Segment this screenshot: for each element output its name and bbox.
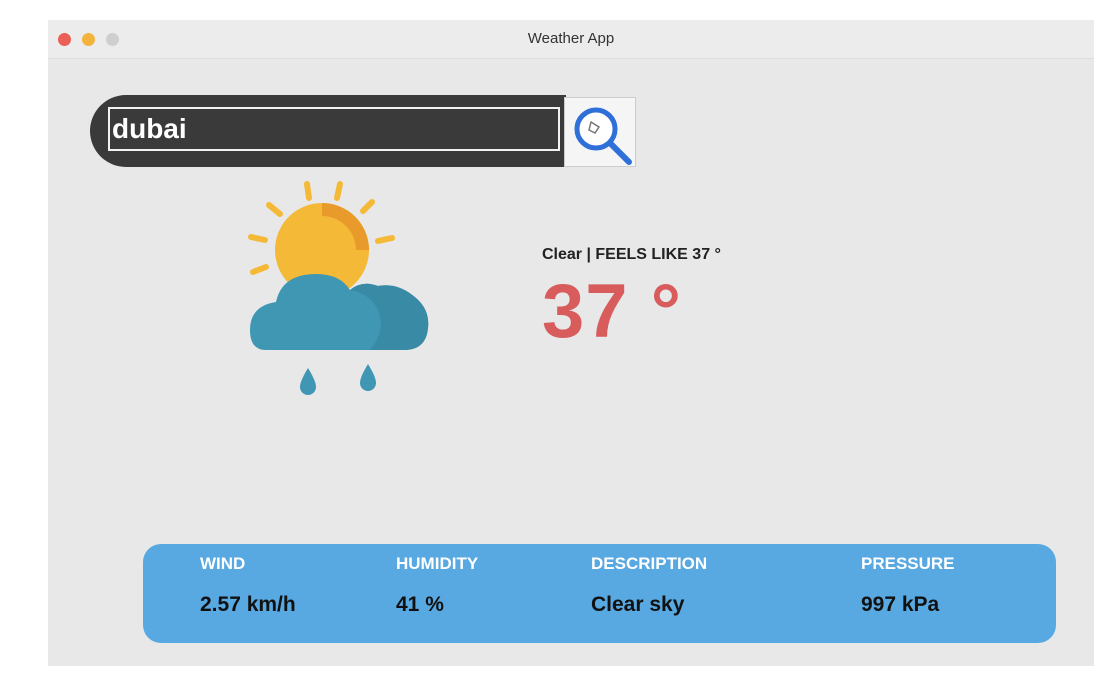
search-button[interactable] [564, 97, 636, 167]
weather-condition-line: Clear | FEELS LIKE 37 ° [542, 246, 721, 263]
pressure-value: 997 kPa [861, 593, 940, 616]
city-search-input[interactable] [108, 107, 560, 151]
stats-panel: WIND 2.57 km/h HUMIDITY 41 % DESCRIPTION… [143, 544, 1056, 643]
description-value: Clear sky [591, 593, 685, 616]
sun-cloud-rain-icon [248, 181, 429, 395]
app-window: Weather App Clear | FEELS LIKE 37 ° 37 °… [48, 20, 1094, 666]
humidity-label: HUMIDITY [396, 554, 479, 573]
window-title: Weather App [527, 30, 615, 47]
title-bar: Weather App [48, 20, 1094, 59]
pressure-label: PRESSURE [861, 554, 955, 573]
temperature-value: 37 ° [542, 269, 683, 354]
humidity-value: 41 % [396, 593, 444, 616]
magnifier-icon [574, 107, 632, 165]
wind-label: WIND [200, 554, 246, 573]
description-label: DESCRIPTION [591, 554, 708, 573]
wind-value: 2.57 km/h [200, 593, 296, 616]
